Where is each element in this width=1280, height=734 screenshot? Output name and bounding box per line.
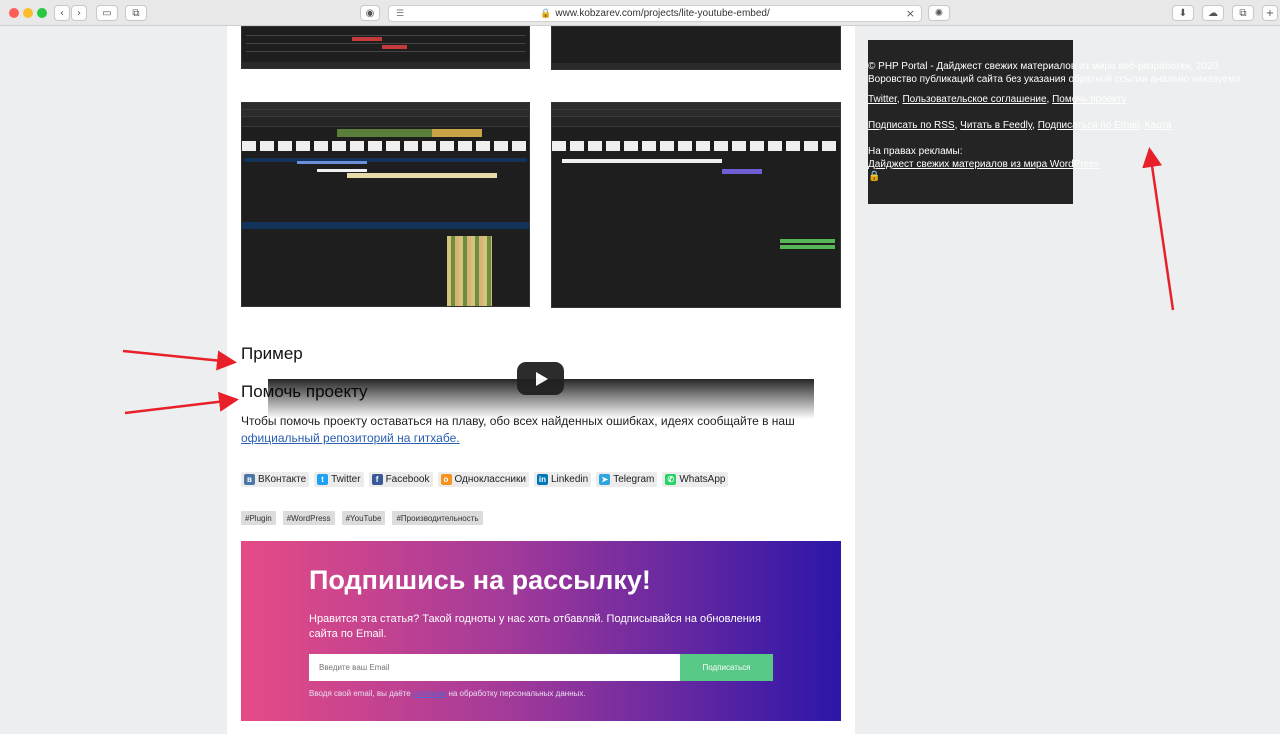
annotation-arrows [122, 147, 1175, 415]
arrow-to-footer [1142, 147, 1175, 311]
arrow-to-help [124, 391, 239, 415]
arrow-to-example [122, 349, 237, 371]
